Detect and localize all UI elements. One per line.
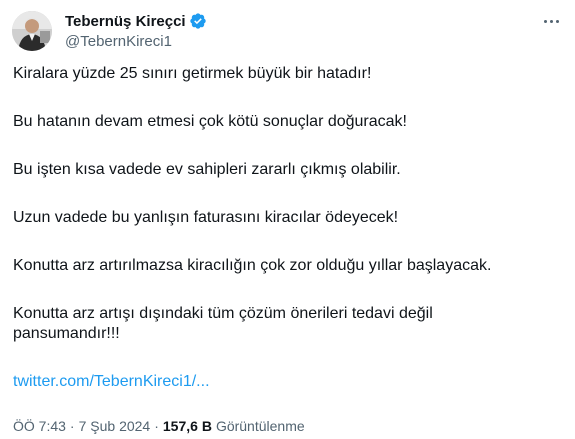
views-label: Görüntülenme	[215, 418, 305, 434]
author-handle[interactable]: @TebernKireci1	[65, 33, 172, 50]
views-count[interactable]: 157,6 B	[163, 418, 212, 434]
tweet-paragraph: Kiralara yüzde 25 sınırı getirmek büyük …	[13, 65, 372, 82]
tweet-card: Tebernüş Kireçci @TebernKireci1 Kiralara…	[0, 0, 575, 439]
profile-photo-icon	[12, 11, 52, 51]
avatar[interactable]	[12, 11, 52, 51]
tweet-paragraph: Bu işten kısa vadede ev sahipleri zararl…	[13, 161, 401, 178]
more-dot	[555, 19, 559, 23]
meta-separator: ·	[69, 418, 75, 434]
tweet-paragraph: Bu hatanın devam etmesi çok kötü sonuçla…	[13, 113, 407, 130]
more-dots-icon	[543, 19, 547, 23]
tweet-paragraph: Uzun vadede bu yanlışın faturasını kirac…	[13, 209, 399, 226]
tweet-date[interactable]: 7 Şub 2024	[79, 418, 151, 434]
verified-badge-icon	[189, 12, 207, 30]
tweet-link[interactable]: twitter.com/TebernKireci1/...	[13, 373, 210, 390]
tweet-time[interactable]: ÖÖ 7:43	[13, 418, 66, 434]
author-display-name[interactable]: Tebernüş Kireçci	[65, 13, 186, 30]
tweet-paragraph: Konutta arz artırılmazsa kiracılığın çok…	[13, 257, 492, 274]
more-options-button[interactable]	[536, 10, 566, 32]
tweet-paragraph: Konutta arz artışı dışındaki tüm çözüm ö…	[13, 305, 433, 342]
meta-separator: ·	[154, 418, 159, 434]
tweet-meta: ÖÖ 7:43 · 7 Şub 2024 · 157,6 B Görüntüle…	[13, 418, 305, 434]
tweet-text: Kiralara yüzde 25 sınırı getirmek büyük …	[13, 64, 558, 392]
more-dot	[549, 19, 553, 23]
author-name-row: Tebernüş Kireçci	[65, 11, 207, 31]
